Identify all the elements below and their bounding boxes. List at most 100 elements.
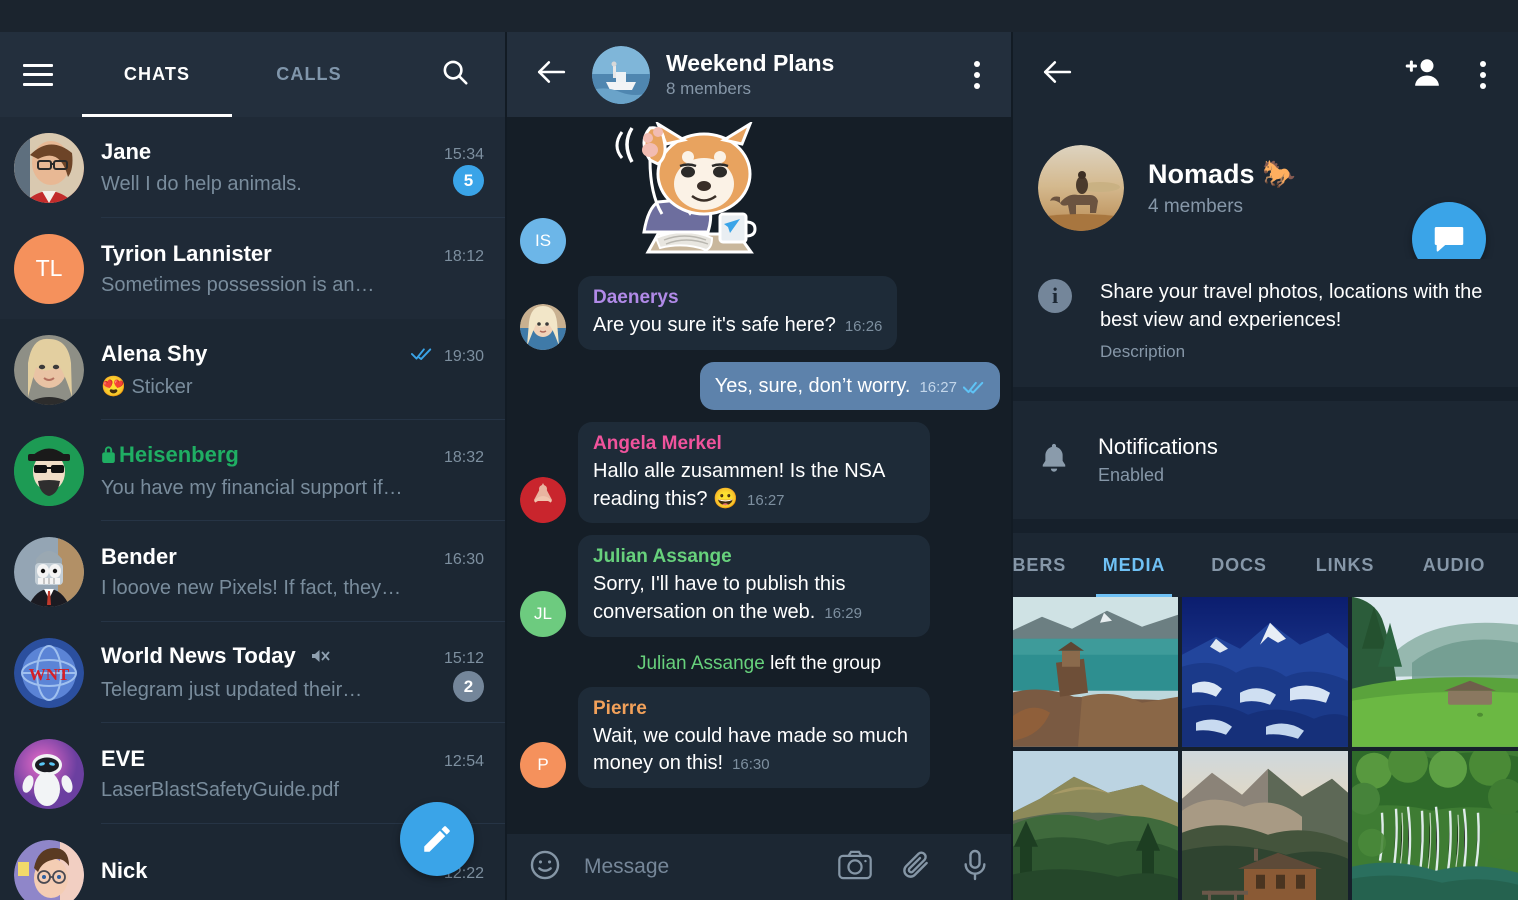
panel-divider-right <box>1011 0 1013 900</box>
chat-time: 15:12 <box>443 650 484 667</box>
chat-name: EVE <box>101 745 146 771</box>
chat-preview: Well I do help animals. <box>101 172 302 195</box>
avatar-photo-jane <box>14 132 84 203</box>
message-bubble[interactable]: Angela Merkel Hallo alle zusammen! Is th… <box>578 422 930 524</box>
avatar <box>14 536 84 607</box>
chat-preview: You have my financial support if… <box>101 476 403 499</box>
chat-list-item-jane[interactable]: Jane 15:34 Well I do help animals. 5 <box>0 117 506 218</box>
message-bubble[interactable]: Daenerys Are you sure it's safe here? 16:… <box>578 276 898 350</box>
chat-name: Nick <box>101 858 148 883</box>
status-bar <box>0 0 1518 32</box>
unread-badge: 5 <box>453 165 484 196</box>
message-avatar[interactable]: P <box>520 741 566 788</box>
message-input[interactable]: Message <box>584 855 810 879</box>
media-item-mountain-ridge-photo[interactable] <box>1012 750 1178 900</box>
hamburger-menu-icon[interactable] <box>23 63 53 86</box>
search-icon[interactable] <box>440 57 470 92</box>
group-more-menu-icon[interactable] <box>1480 60 1486 89</box>
emoji-icon[interactable] <box>528 848 562 887</box>
tab-members[interactable]: MEMBERS <box>1012 533 1082 597</box>
chat-time: 15:34 <box>443 146 484 163</box>
chat-name: Bender <box>101 543 177 569</box>
tab-links[interactable]: LINKS <box>1292 533 1398 597</box>
media-item-snowy-mountain-photo[interactable] <box>1182 597 1348 747</box>
compose-fab-button[interactable] <box>400 802 474 876</box>
paperclip-icon[interactable] <box>900 849 932 886</box>
group-description-row[interactable]: i Share your travel photos, locations wi… <box>1012 259 1518 387</box>
add-person-icon[interactable] <box>1404 57 1440 92</box>
group-name: Nomads 🐎 <box>1148 159 1296 189</box>
back-arrow-icon[interactable] <box>536 59 566 90</box>
avatar-photo-eve <box>14 738 84 809</box>
chat-list-item-tyrion-lannister[interactable]: TL Tyrion Lannister 18:12 Sometimes poss… <box>0 218 506 319</box>
chat-list-item-alena-shy[interactable]: Alena Shy 19:30 😍 Sticker <box>0 319 506 420</box>
tab-chats[interactable]: CHATS <box>81 32 233 117</box>
shiba-inu-waving-sticker[interactable] <box>588 120 763 272</box>
message-bubble[interactable]: Julian Assange Sorry, I'll have to publi… <box>578 535 930 637</box>
conversation-more-menu-icon[interactable] <box>974 60 980 89</box>
tab-audio[interactable]: AUDIO <box>1398 533 1510 597</box>
chat-time: 18:12 <box>443 247 484 265</box>
message-time: 16:30 <box>732 756 770 774</box>
group-info-tabbar[interactable]: MEMBERS MEDIA DOCS LINKS AUDIO <box>1012 533 1518 597</box>
message-text: Wait, we could have made so much money o… <box>593 723 915 778</box>
microphone-icon[interactable] <box>960 849 990 886</box>
section-gap <box>1012 519 1518 533</box>
media-item-waterfall-forest-photo[interactable] <box>1352 750 1518 900</box>
message-time: 16:29 <box>824 604 862 622</box>
read-receipt-icon <box>410 347 433 361</box>
chat-list-item-world-news-today[interactable]: WNT World News Today 15:12 Telegram just… <box>0 622 506 723</box>
message-sender: Daenerys <box>593 287 679 308</box>
notifications-row[interactable]: Notifications Enabled <box>1012 401 1518 519</box>
chat-list-item-bender[interactable]: Bender 16:30 I looove new Pixels! If fac… <box>0 521 506 622</box>
media-grid[interactable] <box>1012 597 1518 900</box>
message-body: Sorry, I'll have to publish this convers… <box>593 573 846 623</box>
message-avatar[interactable] <box>520 477 566 524</box>
message-body: Yes, sure, don’t worry. <box>714 374 911 397</box>
back-arrow-icon[interactable] <box>1042 59 1072 90</box>
avatar <box>14 839 84 900</box>
notifications-texts: Notifications Enabled <box>1098 434 1218 486</box>
chat-name: Heisenberg <box>101 442 239 470</box>
message-body: Hallo alle zusammen! Is the NSA reading … <box>593 460 885 510</box>
message-avatar[interactable]: JL <box>520 590 566 637</box>
message-bubble[interactable]: Yes, sure, don’t worry. 16:27 <box>699 361 1000 411</box>
media-item-lakeside-cabin-photo[interactable] <box>1182 750 1348 900</box>
tab-members-label: MEMBERS <box>1012 554 1067 575</box>
avatar-initials: JL <box>534 603 552 623</box>
message-composer: Message <box>506 834 1012 900</box>
message-avatar[interactable] <box>520 303 566 350</box>
chat-item-body: Tyrion Lannister 18:12 Sometimes possess… <box>101 241 484 297</box>
conversation-titles: Weekend Plans 8 members <box>666 50 834 99</box>
chat-name: Tyrion Lannister <box>101 240 272 266</box>
message-bubble[interactable]: Pierre Wait, we could have made so much … <box>578 686 930 788</box>
avatar-photo-angela-merkel <box>520 477 566 524</box>
message-text: Hallo alle zusammen! Is the NSA reading … <box>593 458 915 513</box>
chat-list[interactable]: Jane 15:34 Well I do help animals. 5 TL <box>0 117 506 900</box>
avatar-photo-heisenberg <box>14 435 84 506</box>
camera-icon[interactable] <box>838 850 872 885</box>
avatar-photo-world-news-today: WNT <box>14 637 84 708</box>
unread-badge: 2 <box>453 671 484 702</box>
chat-item-body: Bender 16:30 I looove new Pixels! If fac… <box>101 544 484 600</box>
chat-list-item-heisenberg[interactable]: Heisenberg 18:32 You have my financial s… <box>0 420 506 521</box>
media-item-green-meadow-forest-photo[interactable] <box>1352 597 1518 747</box>
tab-docs[interactable]: DOCS <box>1186 533 1292 597</box>
group-avatar[interactable] <box>1038 145 1124 231</box>
tab-media[interactable]: MEDIA <box>1082 533 1186 597</box>
message-avatar[interactable]: IS <box>520 218 566 264</box>
tab-calls[interactable]: CALLS <box>233 32 385 117</box>
panel-divider-left <box>505 0 507 900</box>
media-item-crater-lake-photo[interactable] <box>1012 597 1178 747</box>
group-avatar[interactable] <box>592 45 650 104</box>
chat-preview: Telegram just updated their… <box>101 678 363 701</box>
info-icon: i <box>1038 279 1072 313</box>
group-description-texts: Share your travel photos, locations with… <box>1100 279 1494 387</box>
message-text: Sorry, I'll have to publish this convers… <box>593 571 915 626</box>
chat-time: 16:30 <box>443 550 484 568</box>
chat-preview: LaserBlastSafetyGuide.pdf <box>101 778 339 801</box>
avatar-photo-nomads <box>1038 145 1124 231</box>
message-body: Are you sure it's safe here? <box>593 314 836 336</box>
message-list: IS Daenerys Are you sure it's safe here?… <box>506 117 1012 834</box>
app-screen: CHATS CALLS Jane 15:34 Well I do help an… <box>0 0 1518 900</box>
